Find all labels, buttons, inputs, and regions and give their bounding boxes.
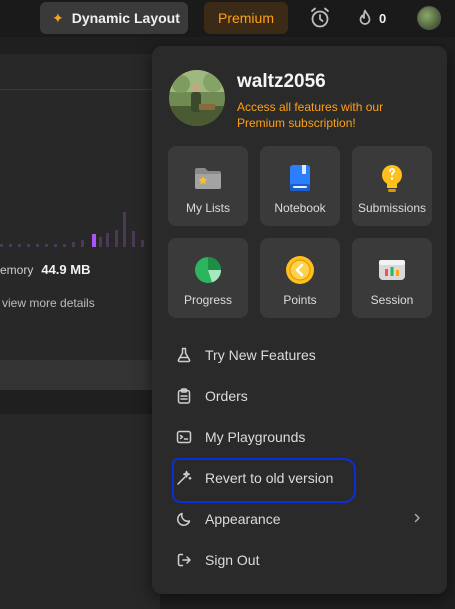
session-icon <box>379 260 405 280</box>
memory-label: emory <box>0 263 34 277</box>
menu-item-label: Revert to old version <box>205 470 334 486</box>
tile-label: Notebook <box>274 201 326 215</box>
menu-item-try-new-features[interactable]: Try New Features <box>168 337 432 373</box>
memory-distribution-chart <box>0 212 144 247</box>
tile-progress[interactable]: Progress <box>168 238 248 318</box>
alarm-clock-icon[interactable] <box>308 6 332 30</box>
folder-icon <box>195 168 221 189</box>
tile-label: Session <box>370 293 414 307</box>
tile-session[interactable]: Session <box>352 238 432 318</box>
menu-item-my-playgrounds[interactable]: My Playgrounds <box>168 419 432 455</box>
tile-my-lists[interactable]: My Lists <box>168 146 248 226</box>
premium-label: Premium <box>217 10 274 26</box>
flask-icon <box>177 347 191 363</box>
panel-footer-strip <box>0 360 160 390</box>
premium-promo-link[interactable]: Access all features with our Premium sub… <box>237 99 427 131</box>
result-panel-header <box>0 54 160 90</box>
menu-item-label: Orders <box>205 388 248 404</box>
tile-label: My Lists <box>185 201 230 215</box>
tile-label: Progress <box>183 293 233 307</box>
coin-icon <box>286 256 314 284</box>
sign-out-icon <box>177 553 191 567</box>
profile-avatar[interactable] <box>169 70 225 126</box>
clipboard-icon <box>177 388 191 404</box>
lightbulb-icon <box>382 165 402 192</box>
menu-item-label: My Playgrounds <box>205 429 306 445</box>
notebook-icon <box>290 165 310 191</box>
lower-panel <box>0 414 160 609</box>
menu-item-appearance[interactable]: Appearance <box>168 501 432 537</box>
top-navbar: ✦ Dynamic Layout Premium 0 <box>0 0 455 37</box>
dynamic-layout-button[interactable]: ✦ Dynamic Layout <box>40 2 188 34</box>
view-more-details-link[interactable]: view more details <box>2 296 95 310</box>
profile-dropdown-menu: waltz2056 Access all features with our P… <box>152 46 447 594</box>
streak-count: 0 <box>379 10 387 26</box>
user-avatar-button[interactable] <box>417 6 441 30</box>
tile-points[interactable]: Points <box>260 238 340 318</box>
streak-counter[interactable]: 0 <box>357 6 386 30</box>
progress-pie-icon <box>195 257 222 283</box>
terminal-icon <box>176 430 192 444</box>
memory-value: 44.9 MB <box>41 262 91 277</box>
avatar-photo <box>169 70 225 126</box>
tile-submissions[interactable]: Submissions <box>352 146 432 226</box>
sparkle-icon: ✦ <box>52 9 64 26</box>
flame-icon <box>359 9 371 25</box>
menu-item-sign-out[interactable]: Sign Out <box>168 542 432 578</box>
menu-item-label: Sign Out <box>205 552 260 568</box>
username: waltz2056 <box>237 71 326 92</box>
menu-item-orders[interactable]: Orders <box>168 378 432 414</box>
moon-icon <box>177 512 191 526</box>
dynamic-layout-label: Dynamic Layout <box>71 10 180 26</box>
wand-icon <box>177 470 192 485</box>
tile-label: Points <box>283 293 317 307</box>
menu-item-label: Appearance <box>205 511 281 527</box>
premium-button[interactable]: Premium <box>204 2 288 34</box>
menu-item-revert-old-version[interactable]: Revert to old version <box>168 460 432 496</box>
memory-stat: emory 44.9 MB <box>0 262 90 277</box>
menu-item-label: Try New Features <box>205 347 316 363</box>
tile-notebook[interactable]: Notebook <box>260 146 340 226</box>
tile-label: Submissions <box>357 201 427 215</box>
chevron-right-icon <box>414 513 420 523</box>
